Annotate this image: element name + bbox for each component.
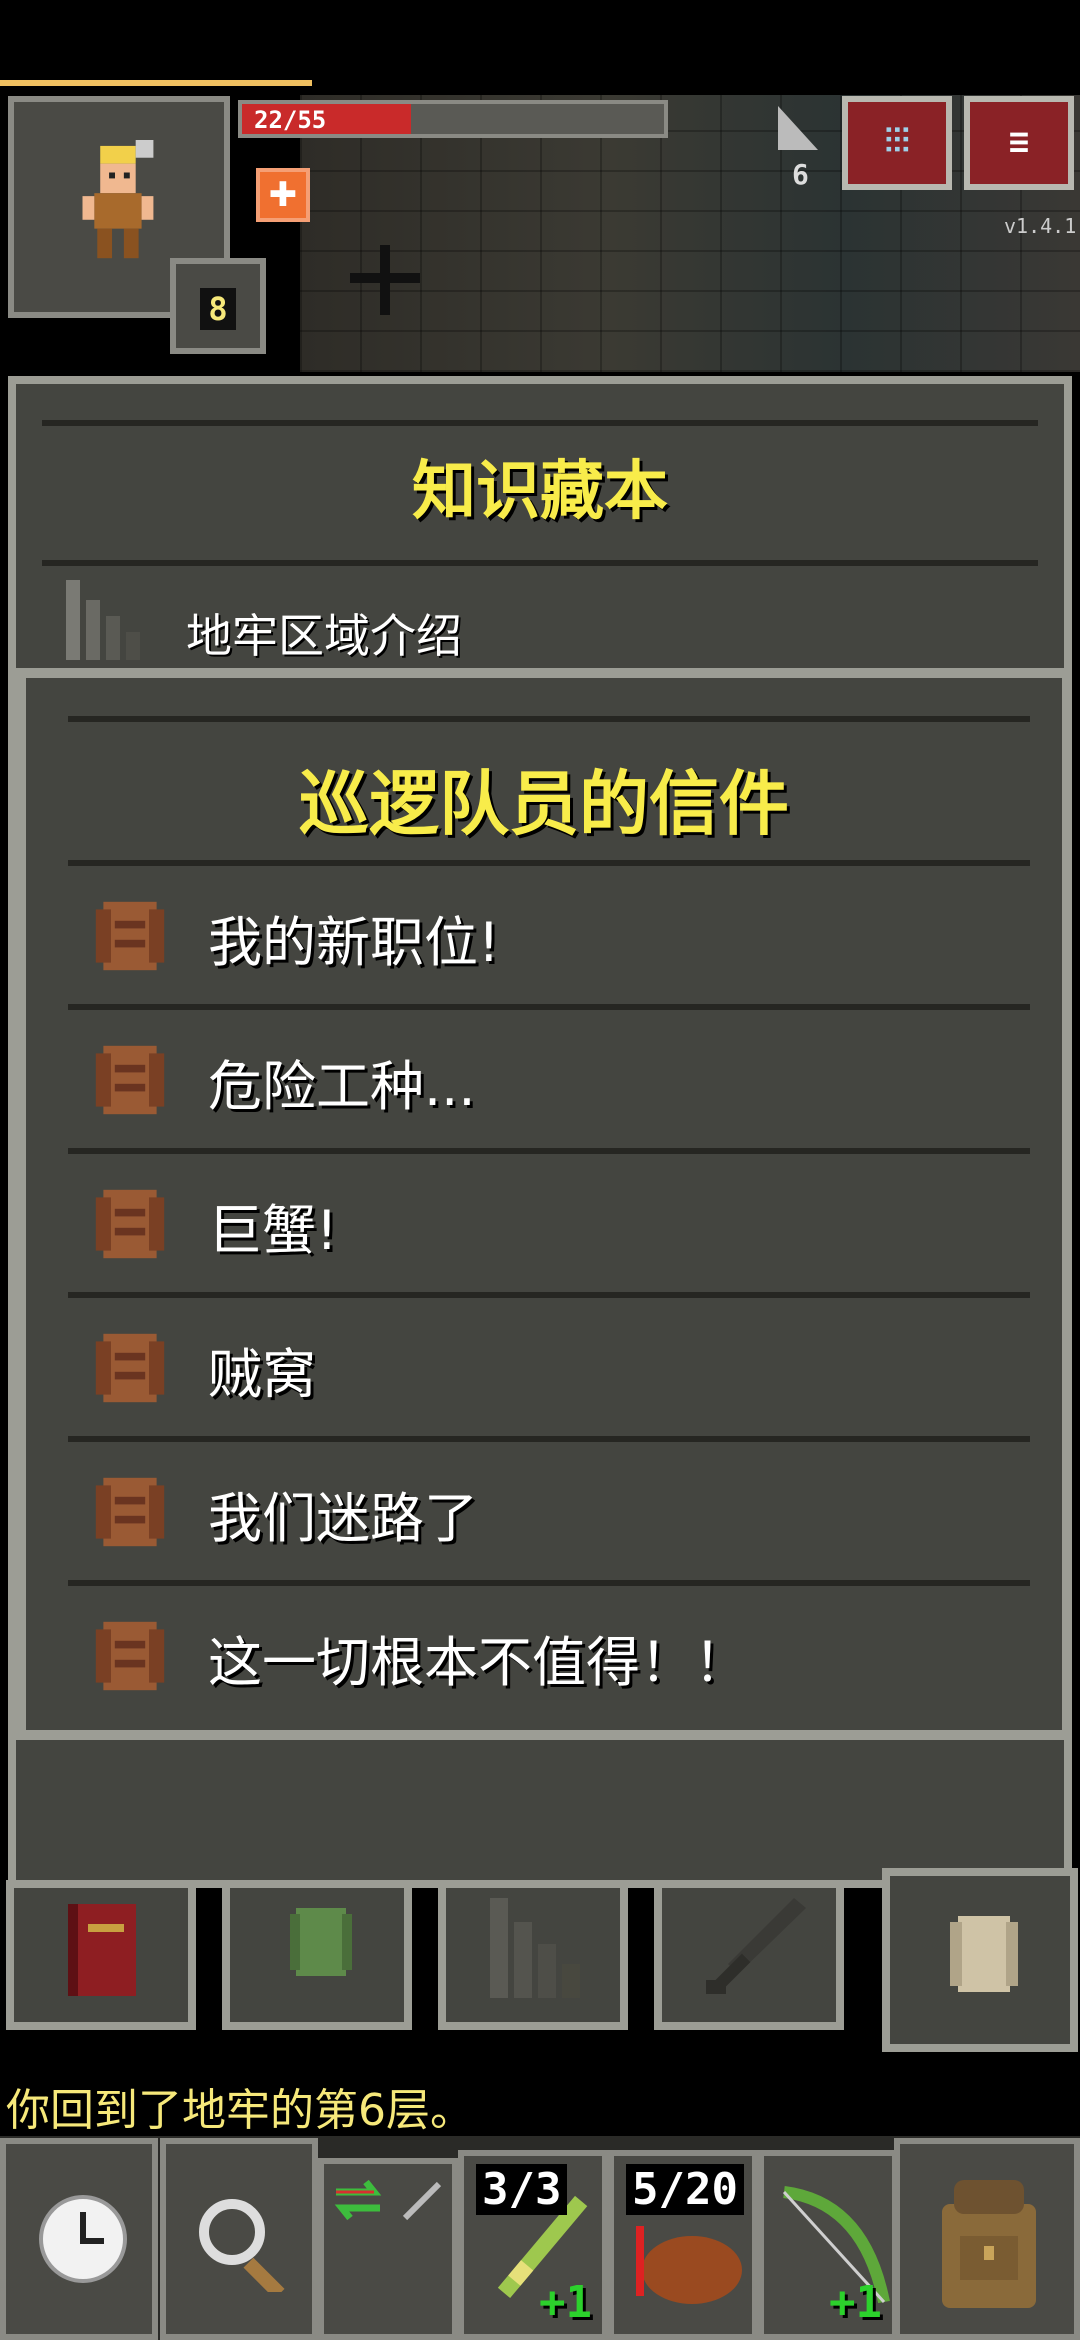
wait-button[interactable] (0, 2138, 158, 2340)
experience-bar (0, 80, 312, 86)
letter-item[interactable]: 危险工种... (68, 1004, 1030, 1148)
hero-level: 8 (200, 288, 236, 330)
divider (68, 1292, 1030, 1298)
letter-label: 巨蟹! (208, 1199, 338, 1262)
backpack-button[interactable] (894, 2138, 1080, 2340)
letter-item[interactable]: 我的新职位! (68, 860, 1030, 1004)
letter-scroll-icon (95, 1621, 165, 1691)
letter-item[interactable]: 这一切根本不值得！！ (68, 1580, 1030, 1724)
dart-icon (402, 2181, 442, 2221)
depth-indicator: 6 (770, 106, 826, 196)
tab-dungeon-areas[interactable] (438, 1880, 628, 2030)
category-item-label[interactable]: 地牢区域介绍 (186, 600, 462, 666)
journal-button[interactable]: ⫶⫶⫶ (842, 96, 952, 190)
quickslot-3[interactable]: +1 (758, 2150, 898, 2340)
game-log-message: 你回到了地牢的第6层。 (6, 2085, 474, 2136)
stairs-icon (66, 580, 140, 660)
divider (68, 1004, 1030, 1010)
upgrade-level: +1 (829, 2277, 882, 2328)
divider (68, 1580, 1030, 1586)
backpack-icon (942, 2180, 1036, 2308)
sign-icon (350, 245, 420, 315)
upgrade-level: +1 (539, 2277, 592, 2328)
letter-scroll-icon (950, 1916, 1018, 1992)
tab-scrolls[interactable] (222, 1880, 412, 2030)
quickslot-2[interactable]: 5/20 (608, 2150, 758, 2340)
divider (68, 1148, 1030, 1154)
menu-icon: ≡ (1008, 122, 1030, 162)
letter-label: 贼窝 (208, 1343, 316, 1406)
letter-label: 这一切根本不值得！！ (208, 1631, 748, 1694)
hero-avatar-icon (82, 140, 154, 259)
letter-label: 我们迷路了 (208, 1487, 478, 1550)
sword-icon (706, 1898, 806, 1994)
swap-icon (334, 2179, 382, 2221)
book-icon (68, 1904, 136, 1996)
letter-item[interactable]: 我们迷路了 (68, 1436, 1030, 1580)
divider (68, 860, 1030, 866)
journal-title: 知识藏本 (412, 455, 668, 529)
quickslot-count: 3/3 (476, 2164, 568, 2215)
letter-scroll-icon (95, 1045, 165, 1115)
magnifier-icon (199, 2199, 285, 2292)
divider (68, 716, 1030, 722)
letter-item[interactable]: 贼窝 (68, 1292, 1030, 1436)
letter-label: 我的新职位! (208, 911, 500, 974)
stairs-icon (490, 1898, 580, 1998)
health-bar: 22/55 (238, 100, 668, 138)
stairs-icon (778, 106, 818, 150)
letter-scroll-icon (95, 1333, 165, 1403)
darts-icon (636, 2226, 742, 2304)
journal-icon: ⫶⫶⫶ (884, 122, 910, 162)
green-scroll-icon (290, 1908, 352, 1976)
letters-window: 巡逻队员的信件 我的新职位! 危险工种... 巨蟹! 贼窝 我们迷路了 这一切根… (16, 668, 1072, 1740)
tab-equipment[interactable] (654, 1880, 844, 2030)
search-button[interactable] (160, 2138, 318, 2340)
divider (42, 560, 1038, 566)
tab-notes[interactable] (6, 1880, 196, 2030)
clock-icon (39, 2195, 127, 2283)
health-text: 22/55 (254, 106, 327, 134)
depth-number: 6 (792, 158, 809, 191)
letters-title: 巡逻队员的信件 (299, 763, 789, 845)
quickslot-count: 5/20 (626, 2164, 744, 2215)
letter-scroll-icon (95, 901, 165, 971)
buff-icon[interactable]: ✚ (256, 168, 310, 222)
letter-label: 危险工种... (208, 1055, 476, 1118)
version-label: v1.4.1 (1004, 214, 1077, 238)
divider (42, 420, 1038, 426)
letter-item[interactable]: 巨蟹! (68, 1148, 1030, 1292)
tab-letters[interactable] (882, 1868, 1078, 2052)
divider (68, 1436, 1030, 1442)
menu-button[interactable]: ≡ (964, 96, 1074, 190)
hero-level-badge: 8 (170, 258, 266, 354)
letter-scroll-icon (95, 1477, 165, 1547)
quickslot-swap-area[interactable] (318, 2158, 458, 2340)
letter-scroll-icon (95, 1189, 165, 1259)
quickslot-1[interactable]: 3/3 +1 (458, 2150, 608, 2340)
